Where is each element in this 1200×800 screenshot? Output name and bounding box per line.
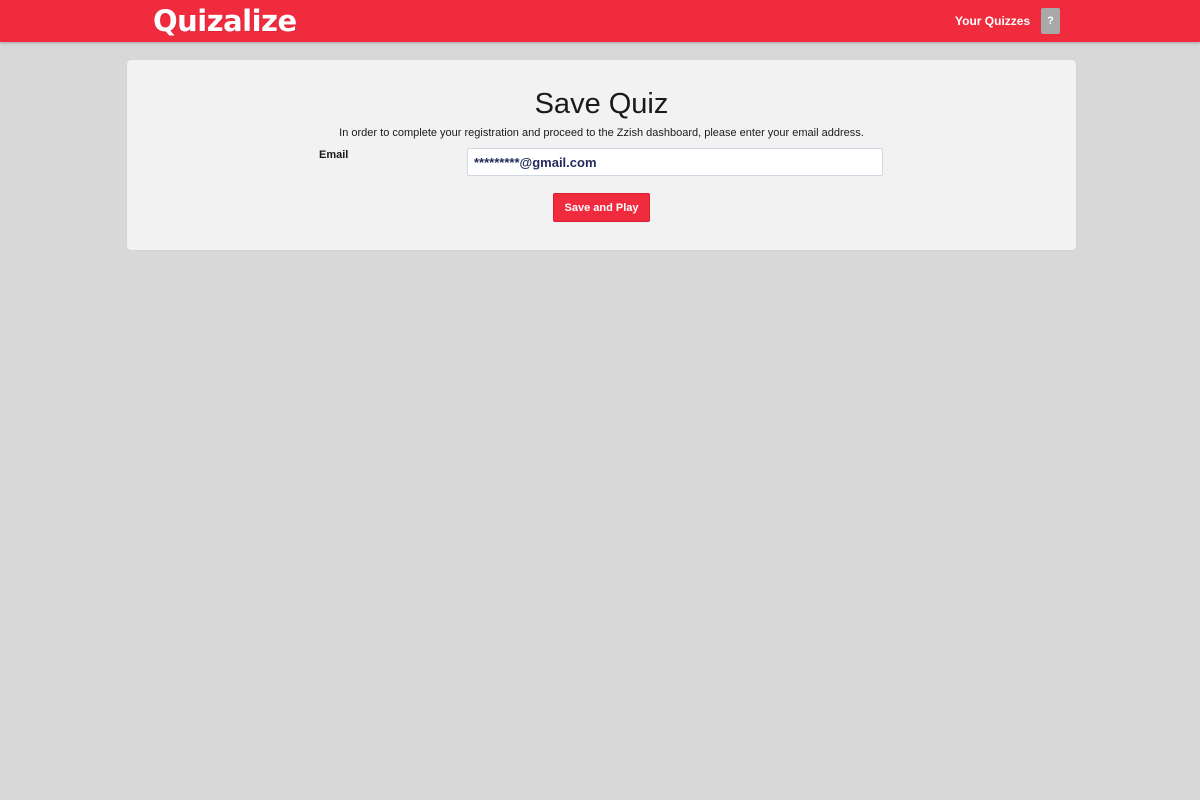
- email-label: Email: [319, 149, 349, 161]
- email-field[interactable]: [467, 148, 883, 176]
- help-button[interactable]: ?: [1041, 8, 1060, 34]
- top-navbar: Quizalize Your Quizzes ?: [0, 0, 1200, 42]
- save-quiz-panel: Save Quiz In order to complete your regi…: [127, 60, 1076, 250]
- page-title: Save Quiz: [534, 88, 669, 120]
- your-quizzes-link[interactable]: Your Quizzes: [955, 14, 1030, 28]
- registration-instructions: In order to complete your registration a…: [339, 127, 864, 139]
- save-and-play-button[interactable]: Save and Play: [553, 193, 650, 222]
- quizalize-logo[interactable]: Quizalize: [153, 2, 297, 40]
